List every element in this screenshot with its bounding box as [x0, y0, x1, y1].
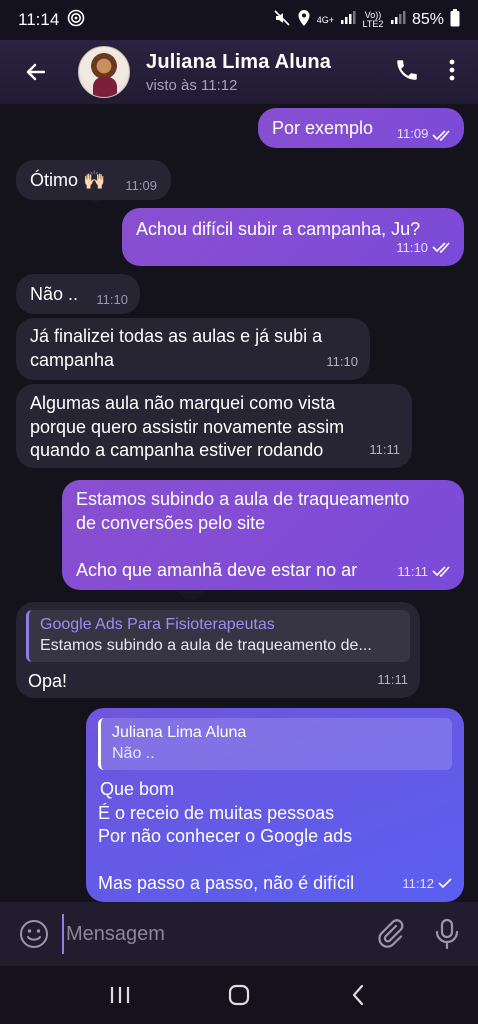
message-bubble[interactable]: Juliana Lima Aluna Não .. Que bom É o re…	[86, 708, 464, 902]
reply-preview[interactable]: Juliana Lima Aluna Não ..	[98, 718, 452, 770]
reply-text: Não ..	[112, 745, 155, 762]
phone-icon	[397, 59, 417, 80]
double-check-icon	[432, 129, 450, 141]
status-bar: 11:14 4G+ Vo)) LTE2 85%	[0, 0, 478, 40]
battery-icon	[450, 8, 460, 32]
message-time: 11:12	[402, 875, 434, 891]
system-back-button[interactable]	[338, 975, 378, 1015]
system-nav-bar	[0, 966, 478, 1024]
hotspot-icon	[67, 9, 85, 32]
message-bubble[interactable]: Achou difícil subir a campanha, Ju? 11:1…	[122, 208, 464, 266]
home-button[interactable]	[219, 975, 259, 1015]
signal-icon	[340, 10, 356, 30]
message-time: 11:09	[125, 178, 157, 193]
microphone-button[interactable]	[432, 917, 462, 951]
smiley-icon	[20, 920, 48, 948]
message-bubble[interactable]: Estamos subindo a aula de traqueamento d…	[62, 480, 464, 590]
location-icon	[297, 9, 311, 32]
message-bubble[interactable]: Google Ads Para Fisioterapeutas Estamos …	[16, 602, 420, 698]
message-time: 11:11	[397, 563, 428, 579]
emoji-button[interactable]	[18, 918, 50, 950]
composer	[0, 902, 478, 966]
mute-icon	[273, 9, 291, 32]
arrow-left-icon	[26, 63, 46, 81]
lte-label: Vo)) LTE2	[362, 10, 384, 29]
message-time: 11:11	[377, 671, 408, 687]
message-time: 11:10	[396, 239, 428, 255]
double-check-icon	[432, 566, 450, 578]
recent-apps-button[interactable]	[100, 975, 140, 1015]
battery-percent: 85%	[411, 11, 444, 28]
microphone-icon	[435, 918, 459, 950]
attach-button[interactable]	[374, 917, 408, 951]
contact-info[interactable]: Juliana Lima Aluna visto às 11:12	[146, 51, 331, 94]
reply-text: Estamos subindo a aula de traqueamento d…	[40, 637, 372, 654]
avatar[interactable]	[78, 46, 130, 98]
home-icon	[228, 984, 250, 1006]
call-button[interactable]	[394, 57, 420, 88]
chat-header: Juliana Lima Aluna visto às 11:12	[0, 40, 478, 104]
message-time: 11:09	[396, 126, 429, 141]
more-vertical-icon	[449, 59, 455, 80]
reply-title: Juliana Lima Aluna	[112, 724, 247, 741]
paperclip-icon	[378, 919, 404, 948]
message-text: Que bom É o receio de muitas pessoas Por…	[98, 779, 355, 893]
message-bubble[interactable]: Por exemplo 11:09	[258, 108, 464, 148]
network-type: 4G+	[316, 14, 334, 25]
message-text: Já finalizei todas as aulas e já subi a …	[30, 326, 323, 370]
recent-apps-icon	[110, 987, 129, 1003]
contact-name: Juliana Lima Aluna	[146, 50, 332, 73]
last-seen: visto às 11:12	[146, 76, 238, 94]
back-button[interactable]	[18, 54, 54, 90]
message-input[interactable]	[62, 914, 364, 954]
message-text: Estamos subindo a aula de traqueamento d…	[76, 489, 410, 580]
status-time: 11:14	[18, 10, 60, 29]
menu-button[interactable]	[448, 58, 456, 87]
chevron-left-icon	[353, 984, 364, 1006]
message-time: 11:10	[96, 292, 128, 307]
message-bubble[interactable]: Já finalizei todas as aulas e já subi a …	[16, 318, 370, 380]
message-time: 11:10	[326, 353, 358, 369]
reply-title: Google Ads Para Fisioterapeutas	[40, 616, 275, 633]
message-text: Achou difícil subir a campanha, Ju?	[136, 219, 421, 239]
reply-preview[interactable]: Google Ads Para Fisioterapeutas Estamos …	[26, 610, 410, 662]
message-bubble[interactable]: Ótimo 🙌🏻 11:09	[16, 160, 171, 200]
signal-2-icon	[390, 10, 406, 30]
message-text: Não ..	[30, 284, 79, 304]
message-text: Opa!	[28, 671, 68, 691]
message-bubble[interactable]: Algumas aula não marquei como vista porq…	[16, 384, 412, 468]
message-text: Algumas aula não marquei como vista porq…	[30, 393, 345, 460]
check-icon	[438, 878, 452, 889]
message-time: 11:11	[369, 441, 400, 457]
message-list[interactable]: Por exemplo 11:09 Ótimo 🙌🏻 11:09 Achou d…	[0, 104, 478, 902]
message-text: Por exemplo	[272, 118, 374, 138]
message-text: Ótimo 🙌🏻	[30, 170, 106, 190]
message-bubble[interactable]: Não .. 11:10	[16, 274, 140, 314]
double-check-icon	[432, 242, 450, 254]
